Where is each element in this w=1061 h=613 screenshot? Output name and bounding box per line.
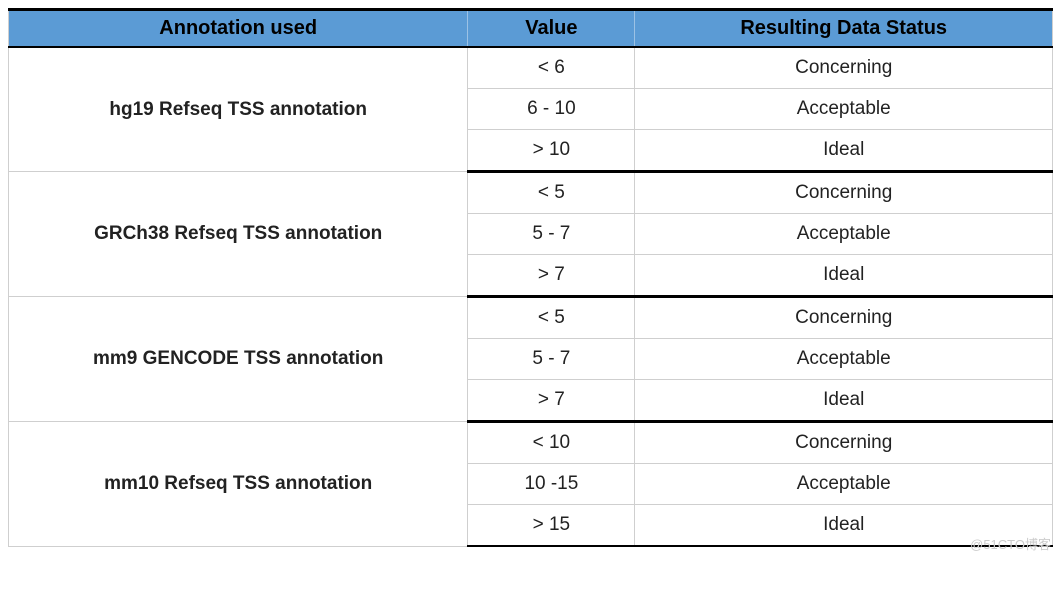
status-cell: Ideal (635, 255, 1053, 297)
status-cell: Concerning (635, 47, 1053, 89)
status-cell: Concerning (635, 297, 1053, 339)
value-cell: 10 -15 (468, 464, 635, 505)
table-row: mm9 GENCODE TSS annotation < 5 Concernin… (9, 297, 1053, 339)
table-row: mm10 Refseq TSS annotation < 10 Concerni… (9, 422, 1053, 464)
table-header-row: Annotation used Value Resulting Data Sta… (9, 10, 1053, 48)
status-cell: Acceptable (635, 339, 1053, 380)
table-row: hg19 Refseq TSS annotation < 6 Concernin… (9, 47, 1053, 89)
status-cell: Concerning (635, 172, 1053, 214)
value-cell: < 6 (468, 47, 635, 89)
value-cell: > 10 (468, 130, 635, 172)
status-cell: Concerning (635, 422, 1053, 464)
value-cell: 5 - 7 (468, 214, 635, 255)
table-row: GRCh38 Refseq TSS annotation < 5 Concern… (9, 172, 1053, 214)
value-cell: 6 - 10 (468, 89, 635, 130)
value-cell: > 7 (468, 255, 635, 297)
value-cell: 5 - 7 (468, 339, 635, 380)
header-annotation: Annotation used (9, 10, 468, 48)
value-cell: > 15 (468, 505, 635, 547)
header-value: Value (468, 10, 635, 48)
status-cell: Acceptable (635, 464, 1053, 505)
annotation-cell: hg19 Refseq TSS annotation (9, 47, 468, 172)
value-cell: > 7 (468, 380, 635, 422)
status-cell: Acceptable (635, 214, 1053, 255)
status-cell: Ideal (635, 380, 1053, 422)
annotation-cell: mm9 GENCODE TSS annotation (9, 297, 468, 422)
status-cell: Ideal (635, 130, 1053, 172)
value-cell: < 5 (468, 172, 635, 214)
annotation-cell: mm10 Refseq TSS annotation (9, 422, 468, 547)
value-cell: < 10 (468, 422, 635, 464)
annotation-threshold-table: Annotation used Value Resulting Data Sta… (8, 8, 1053, 547)
value-cell: < 5 (468, 297, 635, 339)
watermark-text: @51CTO博客 (970, 534, 1051, 553)
annotation-cell: GRCh38 Refseq TSS annotation (9, 172, 468, 297)
header-status: Resulting Data Status (635, 10, 1053, 48)
status-cell: Acceptable (635, 89, 1053, 130)
